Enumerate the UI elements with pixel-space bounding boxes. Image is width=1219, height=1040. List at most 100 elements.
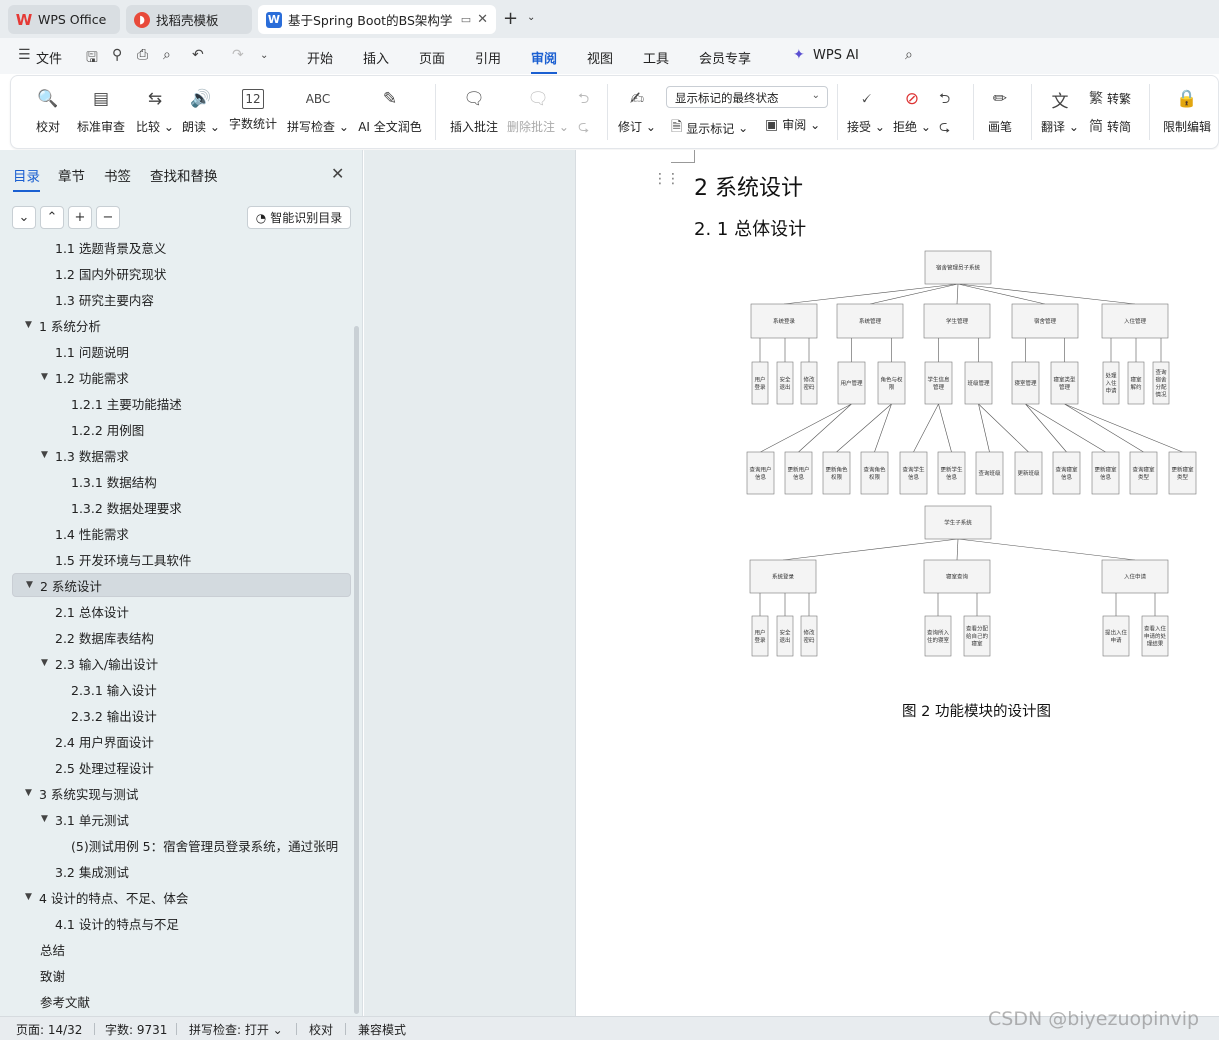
tab-document[interactable]: W 基于Spring Boot的BS架构学 ▭ ✕ bbox=[258, 5, 496, 34]
expand-arrow-icon[interactable]: ▼ bbox=[41, 372, 48, 382]
expand-arrow-icon[interactable]: ▼ bbox=[41, 450, 48, 460]
close-panel-icon[interactable]: ✕ bbox=[331, 164, 344, 183]
to-simplified-button[interactable]: 简转简 bbox=[1089, 116, 1131, 136]
expand-arrow-icon[interactable]: ▼ bbox=[26, 580, 33, 590]
tab-wps-office[interactable]: W WPS Office bbox=[8, 5, 120, 34]
nav-tab-toc[interactable]: 目录 bbox=[13, 165, 40, 192]
expand-arrow-icon[interactable]: ▼ bbox=[41, 658, 48, 668]
expand-arrow-icon[interactable]: ▼ bbox=[25, 892, 32, 902]
toc-item[interactable]: 1.3.2 数据处理要求 bbox=[12, 495, 351, 519]
heading-level-2[interactable]: 2. 1 总体设计 bbox=[694, 215, 806, 241]
menu-review[interactable]: 审阅 bbox=[531, 48, 558, 74]
menu-page[interactable]: 页面 bbox=[419, 48, 445, 67]
toc-item[interactable]: ▼ 1.3 数据需求 bbox=[12, 443, 351, 467]
ai-polish-button[interactable]: ✎ AI 全文润色 bbox=[357, 76, 423, 148]
function-module-diagram[interactable]: 宿舍管理员子系统系统登录 系统管理 学生管理 宿舍管理 入住管理用户登录安全退出修改密码… bbox=[745, 248, 1200, 660]
print-preview-icon[interactable]: ⌕ bbox=[163, 47, 171, 63]
chevron-down-icon[interactable]: ⌄ bbox=[260, 50, 268, 61]
nav-tab-bookmarks[interactable]: 书签 bbox=[104, 165, 131, 185]
menu-wps-ai[interactable]: WPS AI bbox=[813, 48, 859, 63]
toc-item[interactable]: 1.4 性能需求 bbox=[12, 521, 351, 545]
toc-item[interactable]: 1.2.1 主要功能描述 bbox=[12, 391, 351, 415]
prev-change-icon[interactable]: ⮌ bbox=[939, 88, 954, 112]
next-change-icon[interactable]: ⮎ bbox=[939, 116, 954, 140]
toc-item[interactable]: ▼ 2 系统设计 bbox=[12, 573, 351, 597]
save-icon[interactable]: 🖫 bbox=[86, 47, 98, 71]
toc-item[interactable]: 4.1 设计的特点与不足 bbox=[12, 911, 351, 935]
toc-item[interactable]: 2.5 处理过程设计 bbox=[12, 755, 351, 779]
toc-item[interactable]: 2.2 数据库表结构 bbox=[12, 625, 351, 649]
close-tab-icon[interactable]: ✕ bbox=[477, 12, 488, 27]
menu-insert[interactable]: 插入 bbox=[363, 48, 389, 67]
toc-item[interactable]: 1.1 问题说明 bbox=[12, 339, 351, 363]
toc-item[interactable]: 3.2 集成测试 bbox=[12, 859, 351, 883]
word-count-indicator[interactable]: 字数: 9731 bbox=[105, 1021, 167, 1038]
expand-arrow-icon[interactable]: ▼ bbox=[25, 320, 32, 330]
accept-button[interactable]: 🗸 接受 ⌄ bbox=[847, 76, 885, 148]
nav-tab-find-replace[interactable]: 查找和替换 bbox=[150, 165, 218, 185]
review-pane-button[interactable]: ▣ 审阅 ⌄ bbox=[765, 116, 820, 133]
read-aloud-button[interactable]: 🔊 朗读 ⌄ bbox=[181, 76, 221, 148]
smart-toc-button[interactable]: ◔ 智能识别目录 bbox=[247, 206, 351, 229]
hamburger-icon[interactable]: ☰ bbox=[18, 47, 31, 63]
menu-home[interactable]: 开始 bbox=[307, 48, 333, 67]
toc-item[interactable]: 1.3.1 数据结构 bbox=[12, 469, 351, 493]
delete-comment-button[interactable]: 🗨 删除批注 ⌄ bbox=[507, 76, 569, 148]
new-tab-icon[interactable]: + bbox=[503, 8, 518, 29]
link-icon[interactable]: ⚲ bbox=[112, 47, 122, 63]
standard-review-button[interactable]: ▤ 标准审查 bbox=[75, 76, 127, 148]
menu-file[interactable]: 文件 bbox=[36, 48, 62, 67]
toc-item[interactable]: 总结 bbox=[12, 937, 351, 961]
toc-item[interactable]: 2.3.1 输入设计 bbox=[12, 677, 351, 701]
toc-item[interactable]: 1.2.2 用例图 bbox=[12, 417, 351, 441]
proof-button[interactable]: 🔍 校对 bbox=[33, 76, 63, 148]
search-icon[interactable]: ⌕ bbox=[905, 47, 913, 63]
toc-item[interactable]: ▼ 3 系统实现与测试 bbox=[12, 781, 351, 805]
toc-item[interactable]: ▼ 3.1 单元测试 bbox=[12, 807, 351, 831]
drag-handle-icon[interactable]: ⋮⋮ bbox=[653, 172, 680, 186]
toc-item[interactable]: 1.1 选题背景及意义 bbox=[12, 238, 351, 259]
revise-button[interactable]: ✍ 修订 ⌄ bbox=[617, 76, 657, 148]
toc-item[interactable]: 致谢 bbox=[12, 963, 351, 987]
print-icon[interactable]: ⎙ bbox=[137, 47, 148, 63]
toc-item[interactable]: 1.5 开发环境与工具软件 bbox=[12, 547, 351, 571]
to-traditional-button[interactable]: 繁转繁 bbox=[1089, 88, 1131, 108]
toc-item[interactable]: 2.1 总体设计 bbox=[12, 599, 351, 623]
heading-level-1[interactable]: 2 系统设计 bbox=[694, 170, 803, 202]
compare-button[interactable]: ⇆ 比较 ⌄ bbox=[135, 76, 175, 148]
proof-status[interactable]: 校对 bbox=[309, 1021, 333, 1038]
collapse-up-button[interactable]: ⌃ bbox=[40, 206, 64, 229]
menu-member[interactable]: 会员专享 bbox=[699, 48, 751, 67]
spell-check-button[interactable]: ABC 拼写检查 ⌄ bbox=[287, 76, 349, 148]
chevron-down-icon[interactable]: ⌄ bbox=[527, 12, 535, 23]
next-comment-icon[interactable]: ⮎ bbox=[578, 116, 593, 140]
toc-item[interactable]: ▼ 4 设计的特点、不足、体会 bbox=[12, 885, 351, 909]
insert-comment-button[interactable]: 🗨 插入批注 bbox=[447, 76, 501, 148]
monitor-icon[interactable]: ▭ bbox=[461, 13, 471, 26]
toc-item[interactable]: 2.3.2 输出设计 bbox=[12, 703, 351, 727]
remove-heading-button[interactable]: − bbox=[96, 206, 120, 229]
expand-arrow-icon[interactable]: ▼ bbox=[41, 814, 48, 824]
brush-button[interactable]: ✏ 画笔 bbox=[985, 76, 1015, 148]
page-indicator[interactable]: 页面: 14/32 bbox=[16, 1021, 82, 1038]
menu-view[interactable]: 视图 bbox=[587, 48, 613, 67]
toc-scrollbar[interactable] bbox=[354, 326, 359, 1014]
show-markup-button[interactable]: 🗎 显示标记 ⌄ bbox=[671, 116, 748, 140]
toc-item[interactable]: ▼ 1.2 功能需求 bbox=[12, 365, 351, 389]
markup-display-select[interactable]: 显示标记的最终状态 ⌄ bbox=[666, 86, 828, 108]
expand-arrow-icon[interactable]: ▼ bbox=[25, 788, 32, 798]
tab-daoke-templates[interactable]: ◗ 找稻壳模板 bbox=[126, 5, 252, 34]
restrict-edit-button[interactable]: 🔒 限制编辑 bbox=[1161, 76, 1213, 148]
translate-button[interactable]: 文 翻译 ⌄ bbox=[1041, 76, 1079, 148]
spell-check-status[interactable]: 拼写检查: 打开 ⌄ bbox=[189, 1021, 283, 1038]
word-count-button[interactable]: 12 字数统计 bbox=[227, 76, 279, 148]
undo-icon[interactable]: ↶ bbox=[192, 47, 204, 63]
toc-item[interactable]: ▼ 2.3 输入/输出设计 bbox=[12, 651, 351, 675]
toc-item[interactable]: 1.3 研究主要内容 bbox=[12, 287, 351, 311]
menu-reference[interactable]: 引用 bbox=[475, 48, 501, 67]
reject-button[interactable]: ⊘ 拒绝 ⌄ bbox=[893, 76, 931, 148]
toc-item[interactable]: ▼ 1 系统分析 bbox=[12, 313, 351, 337]
toc-item[interactable]: (5)测试用例 5：宿舍管理员登录系统，通过张明 ... bbox=[12, 833, 351, 857]
nav-tab-chapters[interactable]: 章节 bbox=[58, 165, 85, 185]
toc-item[interactable]: 2.4 用户界面设计 bbox=[12, 729, 351, 753]
